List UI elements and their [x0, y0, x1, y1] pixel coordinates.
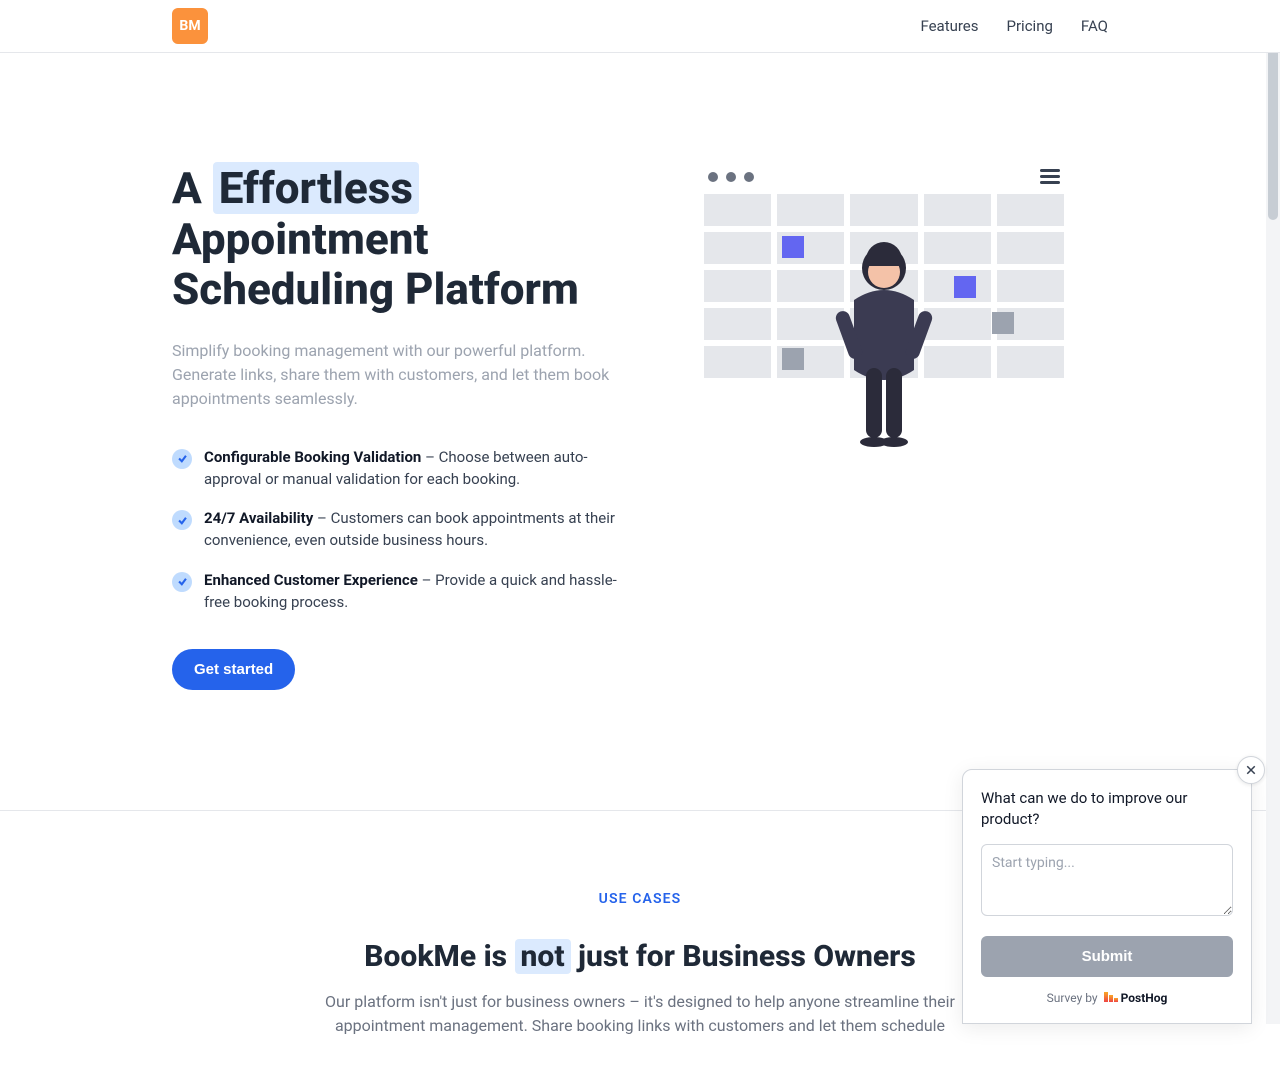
hero-heading: A Effortless Appointment Scheduling Plat…: [172, 163, 620, 315]
hero-heading-prefix: A: [172, 162, 213, 214]
survey-response-input[interactable]: [981, 844, 1233, 916]
use-cases-heading-rest: just for Business Owners: [571, 939, 916, 974]
close-icon: [1245, 764, 1257, 776]
window-dots-icon: [708, 172, 754, 182]
hero-heading-rest: Appointment Scheduling Platform: [172, 213, 579, 316]
feedback-survey-widget: What can we do to improve our product? S…: [962, 769, 1252, 1024]
hero-illustration: [660, 163, 1108, 378]
calendar-grid-illustration: [704, 194, 1064, 378]
survey-submit-button[interactable]: Submit: [981, 936, 1233, 977]
close-survey-button[interactable]: [1237, 756, 1265, 784]
nav-link-pricing[interactable]: Pricing: [1007, 17, 1053, 35]
page-scrollbar[interactable]: [1266, 0, 1280, 1024]
check-icon: [172, 449, 192, 469]
top-nav: BM Features Pricing FAQ: [0, 0, 1280, 53]
feature-title: Configurable Booking Validation: [204, 448, 421, 466]
feature-title: Enhanced Customer Experience: [204, 571, 418, 589]
use-cases-heading-highlight: not: [515, 939, 571, 974]
nav-links: Features Pricing FAQ: [920, 17, 1108, 35]
logo[interactable]: BM: [172, 8, 208, 44]
feature-item: Configurable Booking Validation – Choose…: [172, 447, 620, 491]
hero-subtitle: Simplify booking management with our pow…: [172, 339, 612, 411]
feature-item: Enhanced Customer Experience – Provide a…: [172, 570, 620, 614]
survey-question: What can we do to improve our product?: [981, 788, 1233, 830]
get-started-button[interactable]: Get started: [172, 649, 295, 690]
feature-item: 24/7 Availability – Customers can book a…: [172, 508, 620, 552]
hero-heading-highlight: Effortless: [213, 162, 419, 214]
hero-section: A Effortless Appointment Scheduling Plat…: [160, 53, 1120, 810]
check-icon: [172, 510, 192, 530]
check-icon: [172, 572, 192, 592]
nav-link-features[interactable]: Features: [920, 17, 978, 35]
posthog-logo-text: PostHog: [1121, 991, 1168, 1005]
posthog-logo-icon: PostHog: [1104, 991, 1168, 1005]
person-illustration-icon: [824, 240, 944, 460]
feature-title: 24/7 Availability: [204, 509, 313, 527]
nav-link-faq[interactable]: FAQ: [1081, 17, 1108, 35]
hamburger-icon: [1040, 169, 1060, 184]
feature-list: Configurable Booking Validation – Choose…: [172, 447, 620, 614]
survey-byline-prefix: Survey by: [1047, 991, 1098, 1005]
use-cases-body: Our platform isn't just for business own…: [300, 990, 980, 1038]
use-cases-heading-prefix: BookMe is: [364, 939, 514, 974]
survey-byline: Survey by PostHog: [981, 991, 1233, 1005]
